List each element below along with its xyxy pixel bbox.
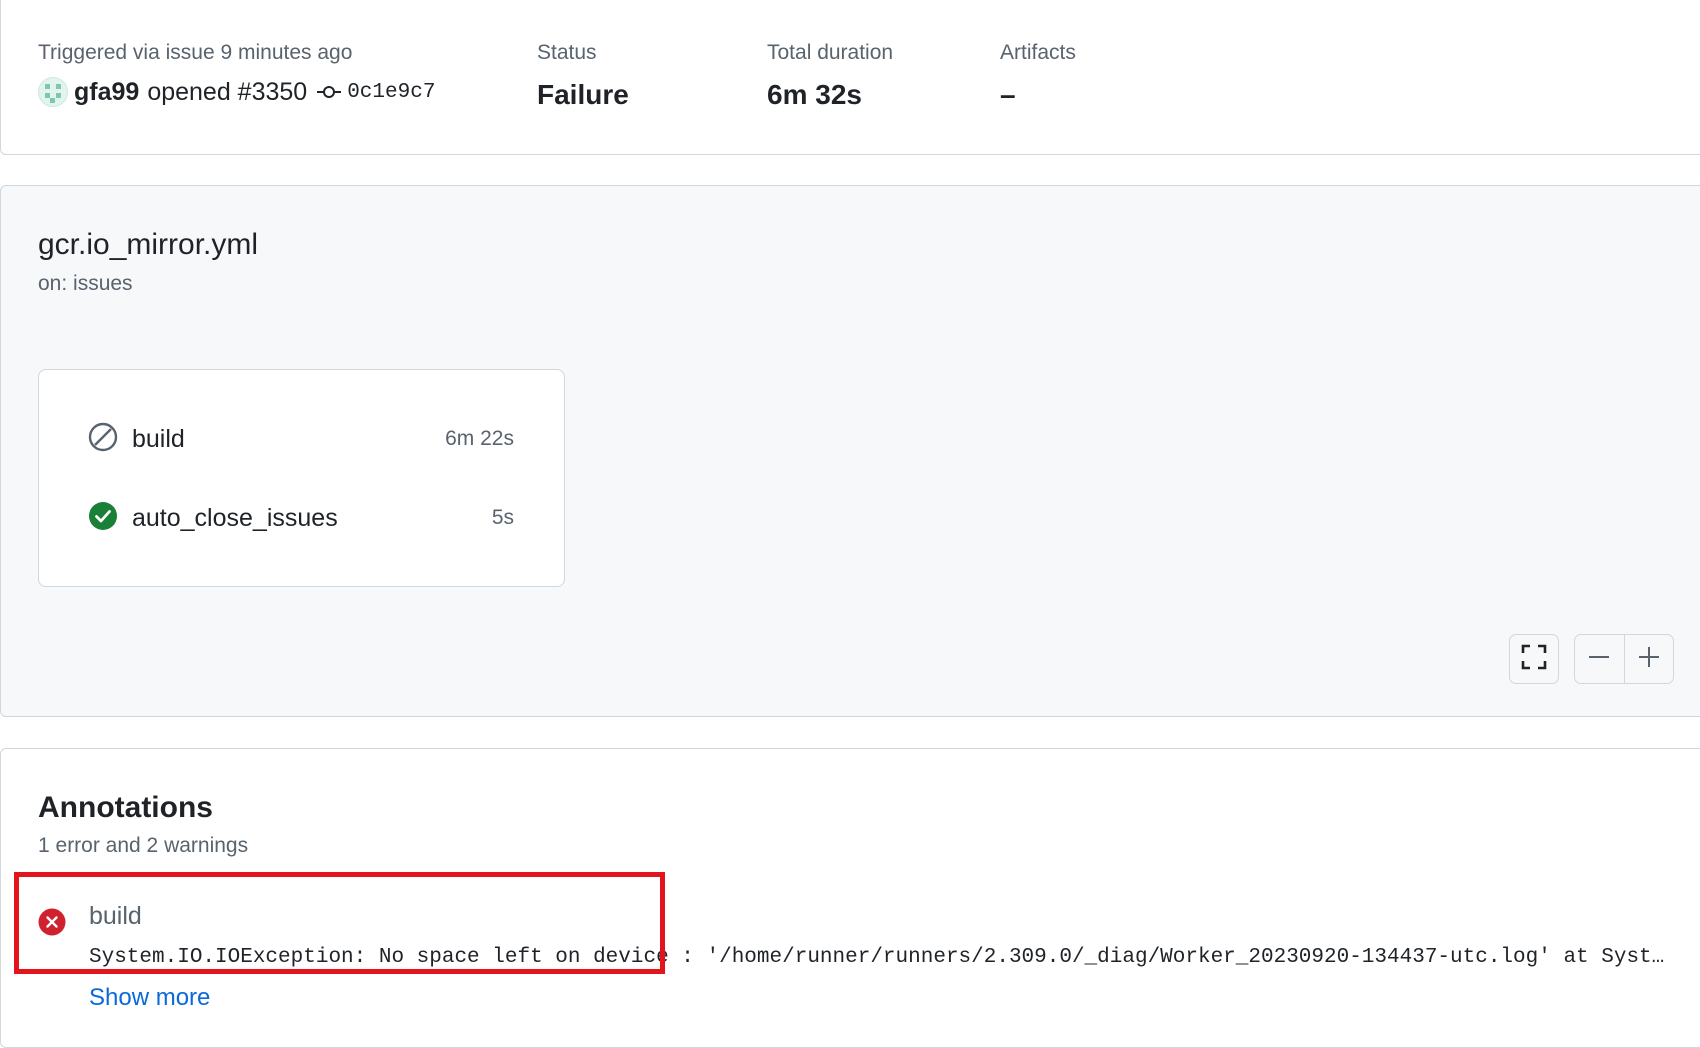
trigger-label: Triggered via issue 9 minutes ago <box>38 41 353 64</box>
annotation-job-link[interactable]: build <box>89 902 142 931</box>
artifacts-column: Artifacts – <box>1000 41 1076 111</box>
zoom-in-button[interactable] <box>1623 635 1674 683</box>
plus-icon <box>1638 646 1660 673</box>
workflow-file-name[interactable]: gcr.io_mirror.yml <box>38 228 258 262</box>
status-value: Failure <box>537 79 629 110</box>
check-circle-icon <box>88 501 118 536</box>
job-duration: 6m 22s <box>445 427 514 450</box>
artifacts-label: Artifacts <box>1000 41 1076 64</box>
job-name: auto_close_issues <box>132 503 338 532</box>
status-label: Status <box>537 41 597 64</box>
skip-icon <box>88 422 118 457</box>
job-auto-close-issues[interactable]: auto_close_issues 5s <box>88 498 514 538</box>
issue-action-text[interactable]: opened #3350 <box>147 78 307 107</box>
workflow-graph-card: gcr.io_mirror.yml on: issues build 6m 22… <box>0 185 1700 717</box>
show-more-link[interactable]: Show more <box>89 984 210 1012</box>
annotations-title: Annotations <box>38 791 213 824</box>
commit-sha-link[interactable]: 0c1e9c7 <box>347 81 435 104</box>
run-summary-card: Triggered via issue 9 minutes ago gfa99 … <box>0 0 1700 155</box>
job-build[interactable]: build 6m 22s <box>88 419 514 459</box>
duration-column: Total duration 6m 32s <box>767 41 893 111</box>
fullscreen-icon <box>1521 644 1547 675</box>
x-circle-icon <box>38 908 66 941</box>
job-name: build <box>132 424 185 453</box>
avatar[interactable] <box>38 77 68 107</box>
workflow-trigger: on: issues <box>38 272 133 295</box>
annotations-summary: 1 error and 2 warnings <box>38 834 249 857</box>
annotations-card: Annotations 1 error and 2 warnings build… <box>0 748 1700 1048</box>
jobs-group: build 6m 22s auto_close_issues 5s <box>38 369 565 587</box>
fullscreen-button[interactable] <box>1509 634 1559 684</box>
status-column: Status Failure <box>537 41 629 111</box>
trigger-column: Triggered via issue 9 minutes ago gfa99 … <box>38 41 435 107</box>
zoom-controls <box>1574 634 1674 684</box>
artifacts-value: – <box>1000 79 1016 110</box>
duration-value: 6m 32s <box>767 79 862 110</box>
annotation-message: System.IO.IOException: No space left on … <box>89 946 1672 969</box>
duration-label: Total duration <box>767 41 894 64</box>
zoom-out-button[interactable] <box>1575 635 1624 683</box>
job-duration: 5s <box>491 506 514 529</box>
minus-icon <box>1588 646 1610 673</box>
actor-link[interactable]: gfa99 <box>74 78 139 107</box>
git-commit-icon <box>317 84 342 100</box>
